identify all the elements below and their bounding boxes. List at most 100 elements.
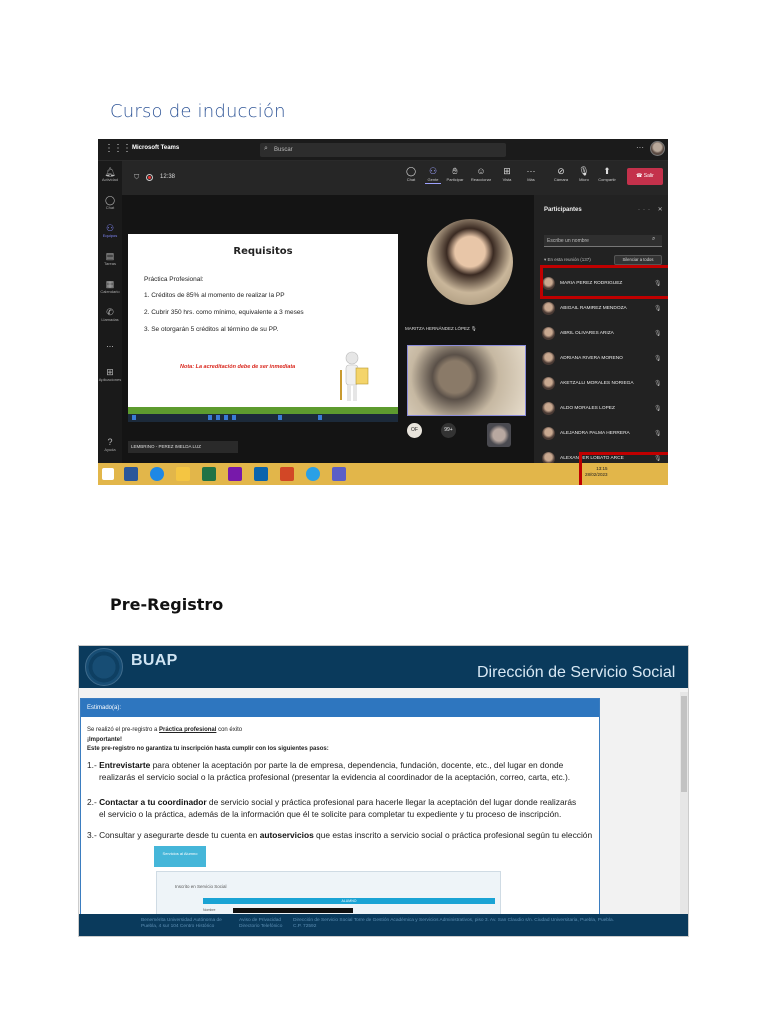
participants-panel: Participantes ··· ✕ Escribe un nombre ⌕ … bbox=[534, 195, 668, 465]
buap-screenshot: BUAP Dirección de Servicio Social Estima… bbox=[78, 645, 689, 937]
rail-teams[interactable]: ⚇ Equipos bbox=[98, 223, 122, 238]
important-label: ¡Importante! bbox=[87, 737, 122, 743]
apps-icon: ⊞ bbox=[106, 367, 114, 377]
slide-item: 1. Créditos de 85% al momento de realiza… bbox=[144, 292, 285, 299]
toolbar-mic[interactable]: 🎙︎ Micro bbox=[573, 166, 595, 182]
avatar bbox=[542, 327, 555, 340]
toolbar-view[interactable]: ⊞ Vista bbox=[496, 166, 518, 182]
toolbar-camera[interactable]: ⊘ Cámara bbox=[550, 166, 572, 182]
powerpoint-icon[interactable] bbox=[280, 467, 294, 481]
teams-title-bar: ⋮⋮⋮ Microsoft Teams Buscar ⌕ ··· bbox=[98, 139, 668, 161]
toolbar-people[interactable]: ⚇ Gente bbox=[422, 166, 444, 184]
camera-off-icon: ⊘ bbox=[557, 166, 565, 176]
meeting-timer: 12:38 bbox=[160, 174, 176, 180]
toolbar-more[interactable]: ··· Más bbox=[520, 166, 542, 182]
toolbar-chat[interactable]: ◯ Chat bbox=[400, 166, 422, 182]
edge-icon[interactable] bbox=[306, 467, 320, 481]
participant-row[interactable]: ABRIL OLIVARES ARIZA 🎙︎ bbox=[542, 323, 664, 343]
participant-video-tile bbox=[407, 345, 526, 416]
footer-university: Benemérita Universidad Autónoma de Puebl… bbox=[141, 918, 222, 929]
outlook-icon[interactable] bbox=[254, 467, 268, 481]
rail-calls[interactable]: ✆ Llamadas bbox=[98, 307, 122, 322]
scrollbar-thumb[interactable] bbox=[681, 696, 687, 792]
toolbar-share[interactable]: ⬆ Compartir bbox=[596, 166, 618, 182]
page-scrollbar[interactable] bbox=[680, 692, 688, 936]
panel-controls[interactable]: ··· ✕ bbox=[638, 206, 666, 213]
redacted-value bbox=[233, 908, 353, 913]
hand-icon: ✋︎ bbox=[452, 166, 458, 176]
confirmation-card: Estimado(a): Se realizó el pre-registro … bbox=[80, 698, 600, 936]
excel-icon[interactable] bbox=[202, 467, 216, 481]
leave-button[interactable]: ☎ Salir bbox=[627, 168, 663, 185]
card-heading: Estimado(a): bbox=[81, 699, 599, 717]
participant-video-name: MARITZA HERNÁNDEZ LÓPEZ 🎙︎ bbox=[405, 326, 477, 331]
slide-subtitle: Práctica Profesional: bbox=[144, 276, 204, 283]
rail-chat[interactable]: ◯ Chat bbox=[98, 195, 122, 210]
avatar bbox=[542, 402, 555, 415]
avatar bbox=[542, 427, 555, 440]
tasks-icon: ▤ bbox=[105, 251, 115, 261]
smiley-icon: ☺ bbox=[476, 166, 486, 176]
windows-start-icon[interactable] bbox=[102, 468, 114, 480]
avatar bbox=[542, 377, 555, 390]
more-options-icon[interactable]: ··· bbox=[636, 143, 644, 152]
participant-row[interactable]: ADRIANA RIVERA MORENO 🎙︎ bbox=[542, 348, 664, 368]
confirmation-text: Se realizó el pre-registro a Práctica pr… bbox=[87, 727, 243, 733]
phone-icon: ✆ bbox=[106, 307, 114, 317]
search-icon: ⌕ bbox=[264, 145, 268, 152]
in-meeting-count[interactable]: ▾ En esta reunión (137) bbox=[544, 257, 591, 263]
avatar bbox=[542, 352, 555, 365]
edge-legacy-icon[interactable] bbox=[150, 467, 164, 481]
rail-tasks[interactable]: ▤ Tareas bbox=[98, 251, 122, 266]
word-icon[interactable] bbox=[124, 467, 138, 481]
inscription-title: Inscrito en Servicio Social bbox=[175, 884, 227, 889]
section-heading-induccion: Curso de inducción bbox=[110, 101, 286, 122]
participant-row[interactable]: ALEJANDRA PALMA HERRERA 🎙︎ bbox=[542, 423, 664, 443]
mute-all-button[interactable]: Silenciar a todos bbox=[614, 255, 662, 265]
file-explorer-icon[interactable] bbox=[176, 467, 190, 481]
slide-taskbar bbox=[128, 414, 398, 422]
highlight-box-participant bbox=[540, 265, 668, 299]
rail-apps[interactable]: ⊞ Aplicaciones bbox=[98, 367, 122, 382]
department-title: Dirección de Servicio Social bbox=[477, 664, 676, 681]
app-launcher-icon[interactable]: ⋮⋮⋮ bbox=[104, 144, 132, 154]
recording-icon bbox=[146, 174, 153, 181]
more-participants-count[interactable]: 99+ bbox=[441, 423, 456, 438]
mic-off-icon: 🎙︎ bbox=[654, 331, 662, 337]
rail-help[interactable]: ? Ayuda bbox=[98, 437, 122, 452]
mic-off-icon: 🎙︎ bbox=[654, 356, 662, 362]
warning-text: Este pre-registro no garantiza tu inscri… bbox=[87, 746, 329, 752]
rail-more[interactable]: ... bbox=[98, 339, 122, 349]
participant-row[interactable]: ALDO MORALES LOPEZ 🎙︎ bbox=[542, 398, 664, 418]
rail-calendar[interactable]: ▦ Calendario bbox=[98, 279, 122, 294]
rail-activity[interactable]: 🔔︎ Actividad bbox=[98, 167, 122, 182]
step-1: 1.- Entrevistarte para obtener la acepta… bbox=[87, 760, 564, 770]
buap-logo: BUAP bbox=[131, 652, 178, 669]
step-3: 3.- Consultar y asegurarte desde tu cuen… bbox=[87, 830, 593, 840]
mic-off-icon: 🎙︎ bbox=[654, 431, 662, 437]
footer-links[interactable]: Aviso de Privacidad Directorio Telefónic… bbox=[239, 918, 289, 930]
buap-seal-icon bbox=[85, 648, 123, 686]
buap-header: BUAP Dirección de Servicio Social bbox=[79, 646, 688, 688]
search-icon: ⌕ bbox=[652, 236, 656, 242]
user-avatar[interactable] bbox=[650, 141, 665, 156]
slide-note: Nota: La acreditación debe de ser inmedi… bbox=[180, 364, 296, 370]
shared-slide: Requisitos Práctica Profesional: 1. Créd… bbox=[128, 234, 398, 414]
step-1-cont: realizarás el servicio social o la práct… bbox=[99, 772, 571, 782]
onenote-icon[interactable] bbox=[228, 467, 242, 481]
section-heading-preregistro: Pre-Registro bbox=[110, 595, 224, 614]
program-link[interactable]: Práctica profesional bbox=[159, 727, 216, 733]
participant-search-input[interactable]: Escribe un nombre bbox=[544, 235, 662, 247]
participant-row[interactable]: ABIGAIL RAMIREZ MENDOZA 🎙︎ bbox=[542, 298, 664, 318]
slide-title: Requisitos bbox=[233, 246, 293, 257]
services-button[interactable]: Servicios al Alumno bbox=[154, 846, 206, 867]
toolbar-raise-hand[interactable]: ✋︎ Participar bbox=[444, 166, 466, 182]
calendar-icon: ▦ bbox=[105, 279, 115, 289]
teams-search-input[interactable]: Buscar bbox=[260, 143, 506, 157]
slide-item: 2. Cubrir 350 hrs. como mínimo, equivale… bbox=[144, 309, 304, 316]
participant-row[interactable]: AKETZALLI MORALES NORIEGA 🎙︎ bbox=[542, 373, 664, 393]
participant-initials[interactable]: OF bbox=[407, 423, 422, 438]
bell-icon: 🔔︎ bbox=[104, 167, 116, 177]
teams-icon[interactable] bbox=[332, 467, 346, 481]
toolbar-react[interactable]: ☺ Reaccionar bbox=[470, 166, 492, 182]
